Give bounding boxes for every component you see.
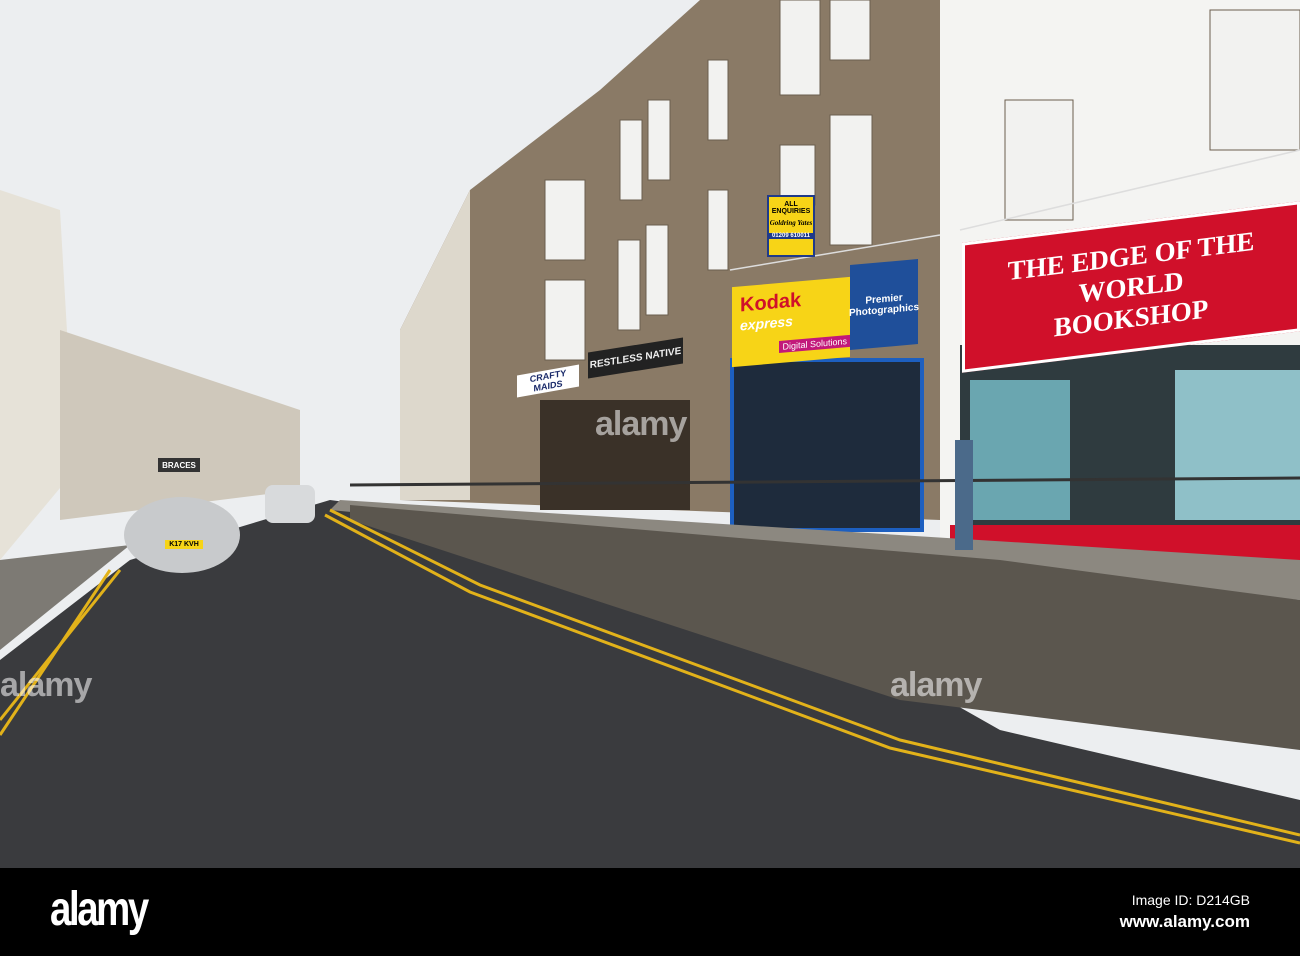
white-car	[265, 485, 315, 523]
premier-sign: Premier Photographics	[849, 259, 919, 350]
alamy-logo: alamy	[50, 883, 149, 936]
kodak-sign: Kodak express Digital Solutions	[732, 276, 850, 368]
alamy-url[interactable]: www.alamy.com	[1120, 912, 1250, 932]
image-id: Image ID: D214GB	[1131, 892, 1250, 908]
footer-bar: alamy Image ID: D214GB www.alamy.com	[0, 868, 1300, 956]
estate-agent-sign: ALL ENQUIRIES Goldring Yates 01209 61001…	[767, 195, 815, 257]
street-photo: THE EDGE OF THE WORLD BOOKSHOP Kodak exp…	[0, 0, 1300, 868]
kodak-tagline: Digital Solutions	[779, 334, 850, 354]
braces-sign: BRACES	[158, 458, 200, 472]
watermark: alamy	[0, 666, 92, 704]
pedestrian	[955, 440, 973, 550]
agent-phone: 01209 610011	[769, 233, 813, 239]
silver-car	[124, 497, 240, 573]
kodak-shopfront	[730, 358, 924, 532]
agent-top: ALL ENQUIRIES	[771, 201, 811, 215]
license-plate: K17 KVH	[165, 540, 203, 549]
left-terrace	[60, 330, 300, 520]
watermark: alamy	[890, 666, 982, 704]
agent-name: Goldring Yates	[769, 219, 813, 227]
watermark: alamy	[595, 405, 687, 443]
